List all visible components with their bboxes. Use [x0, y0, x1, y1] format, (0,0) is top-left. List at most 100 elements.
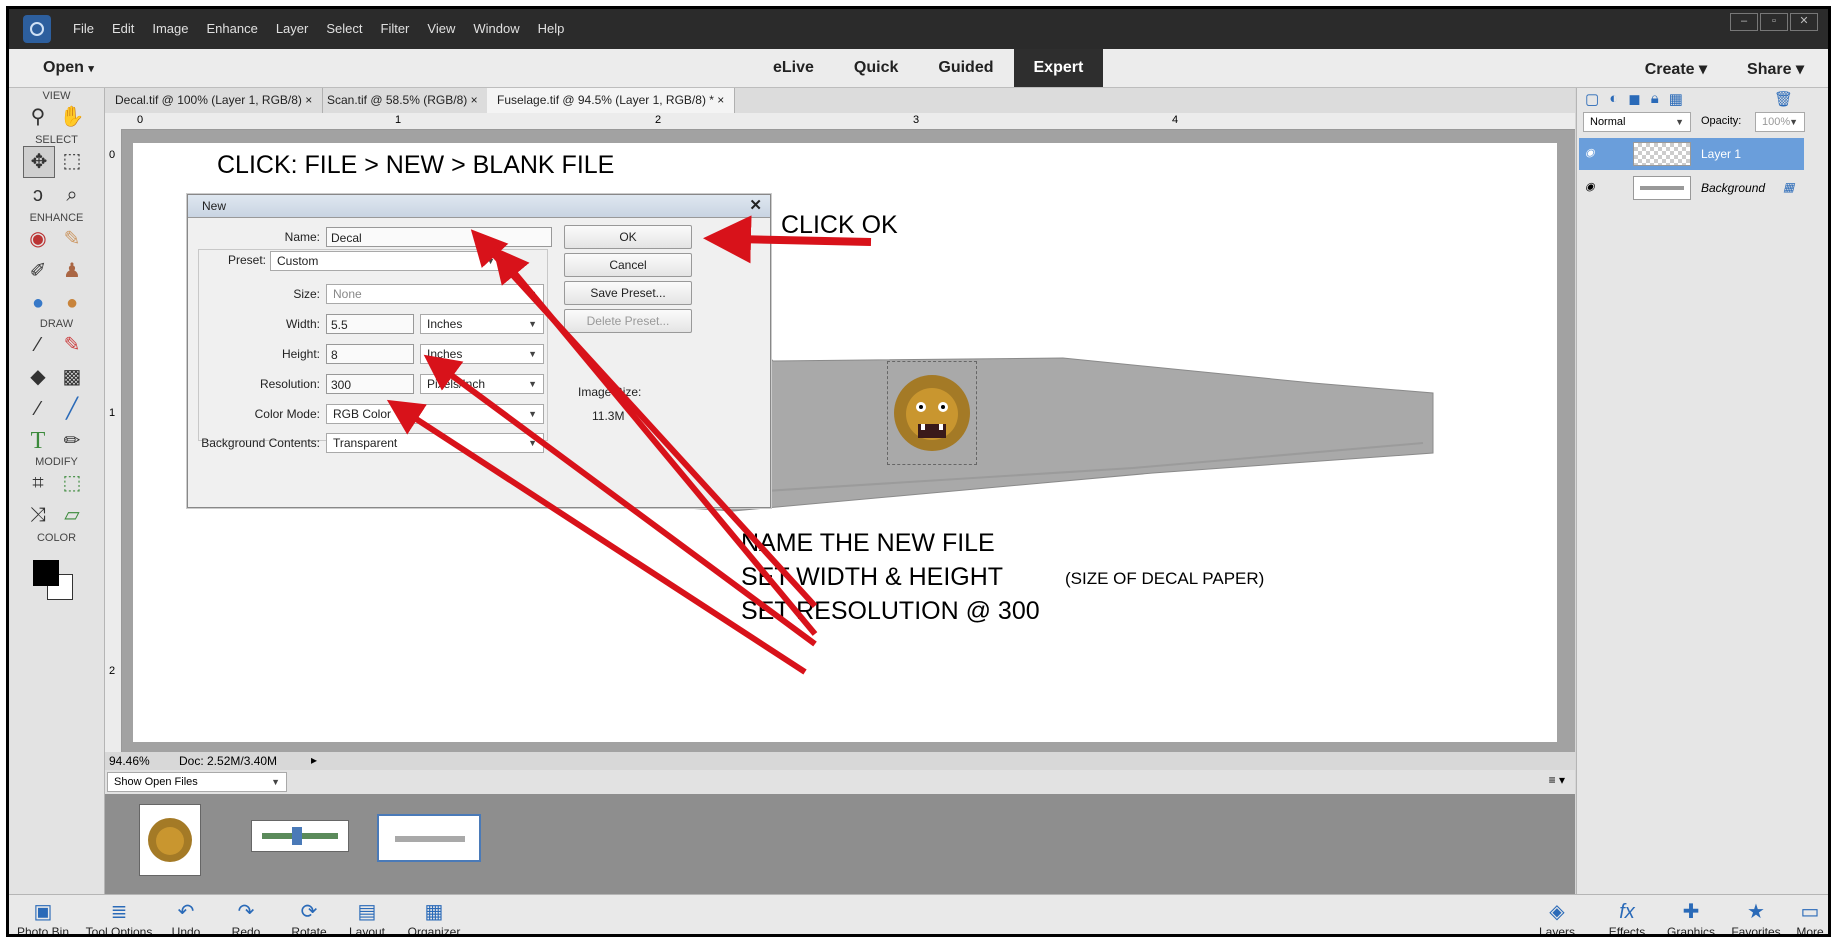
height-unit-select[interactable]: Inches	[420, 344, 544, 364]
layout-button[interactable]: ▤ Layout	[339, 895, 395, 934]
bin-options-icon[interactable]: ≡ ▾	[1549, 773, 1565, 787]
ruler-tick: 4	[1172, 114, 1179, 126]
adjustment-layer-icon[interactable]: ◐	[1609, 90, 1618, 108]
graphics-button[interactable]: ✚ Graphics	[1659, 895, 1723, 934]
marquee-tool-icon[interactable]: ⬚	[57, 146, 87, 176]
menu-enhance[interactable]: Enhance	[207, 21, 258, 36]
mode-quick[interactable]: Quick	[834, 49, 918, 87]
visibility-eye-icon[interactable]: ◉	[1585, 146, 1595, 159]
photo-bin-button[interactable]: ▣ Photo Bin	[11, 895, 75, 934]
resolution-unit-select[interactable]: Pixels/Inch	[420, 374, 544, 394]
name-input[interactable]: Decal	[326, 227, 552, 247]
healing-brush-icon[interactable]: ✎	[57, 224, 87, 254]
eraser-tool-icon[interactable]: ✎	[57, 330, 87, 360]
menu-view[interactable]: View	[427, 21, 455, 36]
menu-edit[interactable]: Edit	[112, 21, 134, 36]
color-mode-select[interactable]: RGB Color	[326, 404, 544, 424]
preset-select[interactable]: Custom	[270, 251, 502, 271]
dialog-close-icon[interactable]: ✕	[749, 196, 762, 214]
menu-window[interactable]: Window	[473, 21, 519, 36]
bin-thumbnail-fuselage[interactable]	[377, 814, 481, 862]
smart-brush-icon[interactable]: ✐	[23, 256, 53, 286]
layer-row[interactable]: ◉ Layer 1	[1579, 138, 1804, 170]
mode-expert[interactable]: Expert	[1013, 49, 1104, 87]
vertical-ruler: 0 1 2	[105, 129, 122, 752]
blur-tool-icon[interactable]: ●	[23, 288, 53, 318]
size-select[interactable]: None	[326, 284, 544, 304]
menu-image[interactable]: Image	[152, 21, 188, 36]
redo-button[interactable]: ↷ Redo	[221, 895, 271, 934]
create-button[interactable]: Create ▾	[1645, 59, 1707, 79]
opacity-select[interactable]: 100%	[1755, 112, 1805, 132]
share-button[interactable]: Share ▾	[1747, 59, 1804, 79]
blend-mode-select[interactable]: Normal	[1583, 112, 1691, 132]
mode-elive[interactable]: eLive	[753, 49, 834, 87]
paint-bucket-icon[interactable]: ◆	[23, 362, 53, 392]
sponge-tool-icon[interactable]: ●	[57, 288, 87, 318]
bin-thumbnail-scan[interactable]	[251, 820, 349, 852]
effects-button[interactable]: fx Effects	[1599, 895, 1655, 934]
favorites-button[interactable]: ★ Favorites	[1723, 895, 1789, 934]
clone-stamp-icon[interactable]: ♟	[57, 256, 87, 286]
new-layer-icon[interactable]: ▢	[1585, 90, 1599, 108]
height-input[interactable]: 8	[326, 344, 414, 364]
type-tool-icon[interactable]: T	[23, 426, 53, 456]
lock-transparent-icon[interactable]: ▦	[1669, 90, 1683, 108]
lock-icon[interactable]: 🔒︎	[1651, 90, 1659, 108]
pencil-tool-icon[interactable]: ✏	[57, 426, 87, 456]
delete-preset-button[interactable]: Delete Preset...	[564, 309, 692, 333]
close-tab-icon[interactable]: ×	[717, 93, 724, 107]
tool-options-button[interactable]: ≣ Tool Options	[79, 895, 159, 934]
cancel-button[interactable]: Cancel	[564, 253, 692, 277]
tab-decal[interactable]: Decal.tif @ 100% (Layer 1, RGB/8) ×	[105, 88, 324, 113]
width-input[interactable]: 5.5	[326, 314, 414, 334]
brush-tool-icon[interactable]: ⁄	[23, 330, 53, 360]
undo-button[interactable]: ↶ Undo	[161, 895, 211, 934]
recompose-tool-icon[interactable]: ⬚	[57, 468, 87, 498]
crop-tool-icon[interactable]: ⌗	[23, 468, 53, 498]
background-contents-select[interactable]: Transparent	[326, 433, 544, 453]
tab-fuselage[interactable]: Fuselage.tif @ 94.5% (Layer 1, RGB/8) * …	[487, 88, 736, 113]
menu-help[interactable]: Help	[538, 21, 565, 36]
maximize-button[interactable]: ▫	[1760, 13, 1788, 31]
zoom-tool-icon[interactable]: ⚲	[23, 102, 53, 132]
mode-guided[interactable]: Guided	[918, 49, 1013, 87]
bin-thumbnail-decal[interactable]	[139, 804, 201, 876]
layer-mask-icon[interactable]: ◼	[1628, 90, 1640, 108]
close-tab-icon[interactable]: ×	[305, 93, 312, 107]
menu-file[interactable]: File	[73, 21, 94, 36]
zoom-level[interactable]: 94.46%	[109, 754, 150, 768]
minimize-button[interactable]: –	[1730, 13, 1758, 31]
hand-tool-icon[interactable]: ✋	[57, 102, 87, 132]
quick-selection-icon[interactable]: ⌕	[57, 180, 87, 210]
red-eye-icon[interactable]: ◉	[23, 224, 53, 254]
status-menu-icon[interactable]: ▸	[311, 753, 317, 767]
ok-button[interactable]: OK	[564, 225, 692, 249]
more-button[interactable]: ▭ More	[1789, 895, 1828, 934]
menu-filter[interactable]: Filter	[381, 21, 410, 36]
close-tab-icon[interactable]: ×	[471, 93, 478, 107]
resolution-input[interactable]: 300	[326, 374, 414, 394]
line-tool-icon[interactable]: ╱	[57, 394, 87, 424]
layers-button[interactable]: ◈ Layers	[1529, 895, 1585, 934]
straighten-tool-icon[interactable]: ⏥	[57, 500, 87, 530]
move-tool-icon[interactable]: ✥	[23, 146, 55, 178]
save-preset-button[interactable]: Save Preset...	[564, 281, 692, 305]
close-button[interactable]: ✕	[1790, 13, 1818, 31]
content-move-icon[interactable]: ⤨	[23, 500, 53, 530]
show-open-files-select[interactable]: Show Open Files	[107, 772, 287, 792]
visibility-eye-icon[interactable]: ◉	[1585, 180, 1595, 193]
open-menu-button[interactable]: Open ▾	[43, 59, 94, 77]
menu-layer[interactable]: Layer	[276, 21, 309, 36]
foreground-color-swatch[interactable]	[33, 560, 59, 586]
eyedropper-icon[interactable]: ⁄	[23, 394, 53, 424]
tab-scan[interactable]: Scan.tif @ 58.5% (RGB/8) ×	[317, 88, 489, 113]
menu-select[interactable]: Select	[326, 21, 362, 36]
organizer-button[interactable]: ▦ Organizer	[397, 895, 471, 934]
trash-icon[interactable]: 🗑︎	[1774, 90, 1793, 108]
rotate-button[interactable]: ⟳ Rotate	[279, 895, 339, 934]
layer-row[interactable]: ◉ Background ▦	[1579, 172, 1804, 204]
lasso-tool-icon[interactable]: ↄ	[23, 180, 53, 210]
gradient-tool-icon[interactable]: ▩	[57, 362, 87, 392]
width-unit-select[interactable]: Inches	[420, 314, 544, 334]
